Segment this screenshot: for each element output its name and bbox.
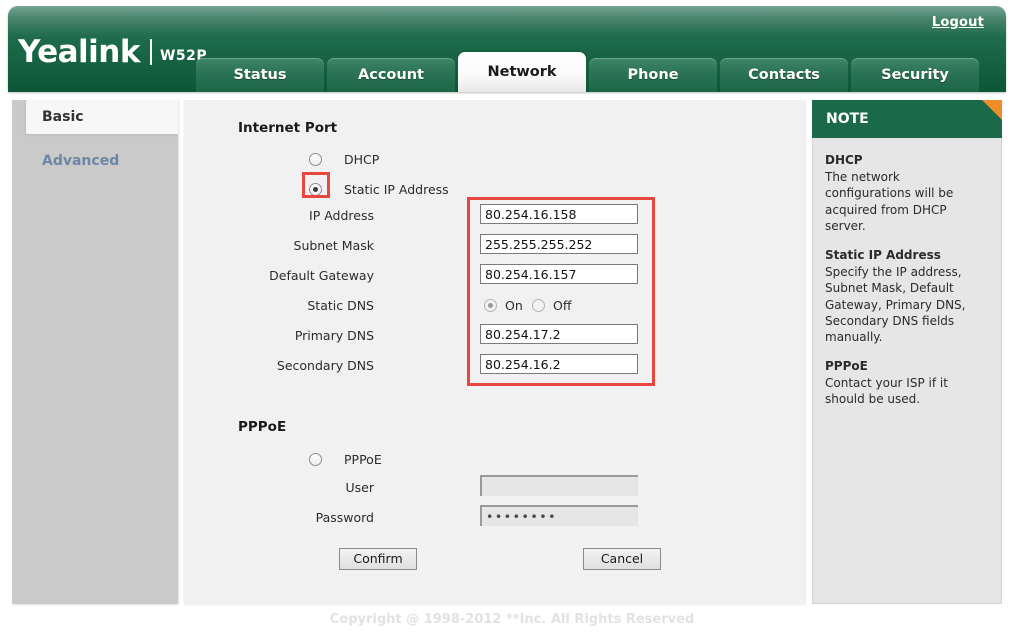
tab-network[interactable]: Network xyxy=(458,52,586,92)
sidebar-item-basic[interactable]: Basic xyxy=(26,100,178,134)
static-dns-off-label: Off xyxy=(553,297,572,313)
settings-content-panel: Internet Port DHCP Static IP Address IP … xyxy=(184,100,806,604)
note-entry-dhcp: DHCP The network configurations will be … xyxy=(825,152,989,234)
static-dns-on-option[interactable]: On xyxy=(484,294,523,316)
note-entry-pppoe: PPPoE Contact your ISP if it should be u… xyxy=(825,358,989,408)
subnet-mask-label: Subnet Mask xyxy=(293,238,374,253)
confirm-button[interactable]: Confirm xyxy=(339,548,417,570)
static-dns-off-radio[interactable] xyxy=(532,298,545,312)
brand-name: Yealink xyxy=(18,34,140,70)
note-entry-static-ip-text: Specify the IP address, Subnet Mask, Def… xyxy=(825,265,966,344)
pppoe-option-row[interactable]: PPPoE xyxy=(309,448,382,470)
sidebar: Basic Advanced xyxy=(12,100,178,604)
pppoe-radio[interactable] xyxy=(309,452,322,466)
page-body: Basic Advanced Internet Port DHCP Static… xyxy=(8,92,1006,612)
footer-copyright: Copyright @ 1998-2012 **Inc. All Rights … xyxy=(329,612,695,627)
internet-port-heading: Internet Port xyxy=(238,120,338,136)
primary-dns-label: Primary DNS xyxy=(294,328,374,343)
default-gateway-input[interactable] xyxy=(480,264,638,284)
note-panel: NOTE DHCP The network configurations wil… xyxy=(812,100,1002,604)
logo-divider xyxy=(149,39,152,65)
note-panel-header: NOTE xyxy=(812,100,1002,138)
static-ip-label: Static IP Address xyxy=(344,181,449,197)
primary-dns-input[interactable] xyxy=(480,324,638,344)
dhcp-radio[interactable] xyxy=(309,152,322,166)
main-nav-tabs: Status Account Network Phone Contacts Se… xyxy=(196,52,979,92)
ip-address-input[interactable] xyxy=(480,204,638,224)
dhcp-label: DHCP xyxy=(344,151,380,167)
note-panel-title: NOTE xyxy=(826,111,869,127)
note-entry-static-ip-title: Static IP Address xyxy=(825,247,941,262)
static-ip-option-row[interactable]: Static IP Address xyxy=(309,178,449,200)
cancel-button[interactable]: Cancel xyxy=(583,548,661,570)
header-gloss xyxy=(8,6,1006,36)
logout-link[interactable]: Logout xyxy=(932,15,984,30)
pppoe-password-input[interactable] xyxy=(480,505,638,526)
tab-contacts[interactable]: Contacts xyxy=(720,58,848,92)
tab-security[interactable]: Security xyxy=(851,58,979,92)
secondary-dns-input[interactable] xyxy=(480,354,638,374)
static-dns-label: Static DNS xyxy=(307,298,374,313)
secondary-dns-label: Secondary DNS xyxy=(276,358,374,373)
pppoe-label: PPPoE xyxy=(344,451,382,467)
note-panel-body: DHCP The network configurations will be … xyxy=(812,138,1002,604)
subnet-mask-input[interactable] xyxy=(480,234,638,254)
tab-phone[interactable]: Phone xyxy=(589,58,717,92)
note-entry-dhcp-title: DHCP xyxy=(825,153,863,167)
note-entry-pppoe-text: Contact your ISP if it should be used. xyxy=(825,376,948,407)
yealink-logo: Yealink W52P xyxy=(18,34,207,70)
pppoe-password-label: Password xyxy=(315,510,374,525)
dhcp-option-row[interactable]: DHCP xyxy=(309,148,379,170)
static-dns-off-option[interactable]: Off xyxy=(532,294,571,316)
note-entry-static-ip: Static IP Address Specify the IP address… xyxy=(825,247,989,345)
pppoe-user-input[interactable] xyxy=(480,475,638,496)
tab-status[interactable]: Status xyxy=(196,58,324,92)
corner-fold-icon xyxy=(982,100,1002,120)
static-dns-on-radio[interactable] xyxy=(484,298,497,312)
static-ip-radio[interactable] xyxy=(309,182,322,196)
pppoe-heading: PPPoE xyxy=(238,419,287,435)
sidebar-item-advanced[interactable]: Advanced xyxy=(12,144,178,178)
default-gateway-label: Default Gateway xyxy=(269,268,374,283)
pppoe-user-label: User xyxy=(345,480,375,495)
tab-account[interactable]: Account xyxy=(327,58,455,92)
note-entry-dhcp-text: The network configurations will be acqui… xyxy=(825,170,954,233)
ip-address-label: IP Address xyxy=(309,208,374,223)
static-dns-on-label: On xyxy=(505,297,523,313)
note-entry-pppoe-title: PPPoE xyxy=(825,359,868,374)
